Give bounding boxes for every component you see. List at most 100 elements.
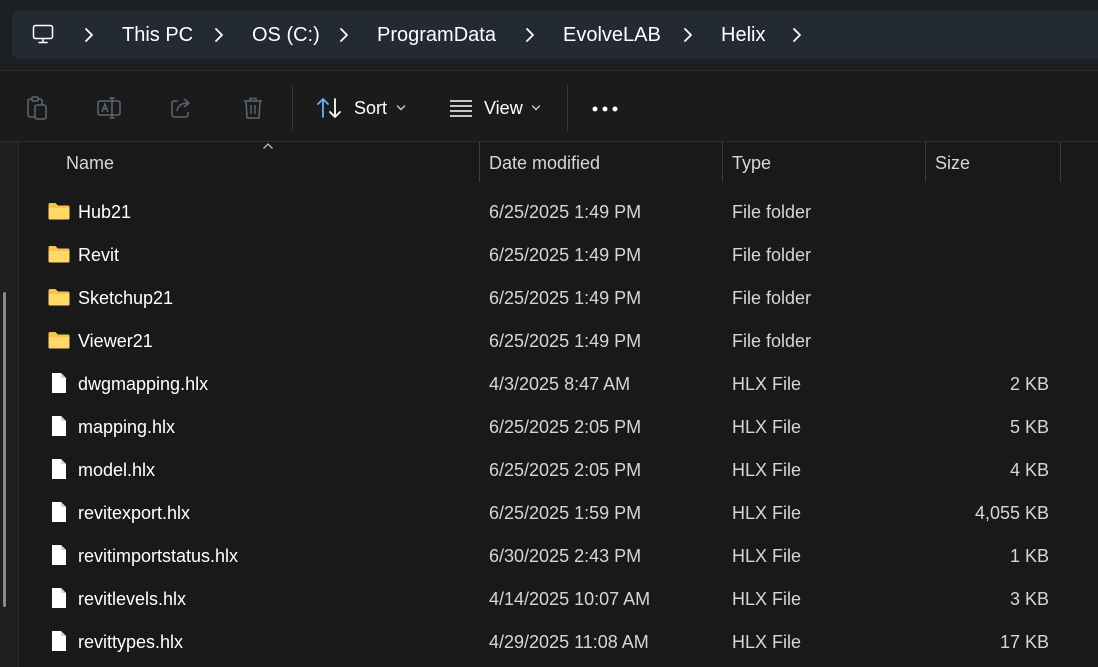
file-name: revitimportstatus.hlx	[78, 546, 239, 566]
file-name: revitexport.hlx	[78, 503, 191, 523]
chevron-down-icon	[531, 105, 541, 111]
file-size: 2 KB	[1009, 374, 1049, 394]
column-header-size[interactable]: Size	[935, 152, 970, 174]
file-row[interactable]: revitimportstatus.hlx 6/30/2025 2:43 PM HL…	[19, 534, 1098, 577]
file-size: 4,055 KB	[974, 503, 1049, 523]
address-bar[interactable]: This PC OS (C:) ProgramData EvolveLAB He…	[12, 11, 1098, 59]
navigation-scrollbar[interactable]	[3, 292, 6, 607]
file-type: HLX File	[732, 417, 802, 437]
address-bar-region: This PC OS (C:) ProgramData EvolveLAB He…	[0, 0, 1098, 71]
file-name: Sketchup21	[78, 288, 174, 308]
column-divider[interactable]	[925, 142, 926, 182]
command-bar: Sort View	[0, 71, 1098, 142]
breadcrumb-programdata[interactable]: ProgramData	[377, 23, 496, 47]
file-row[interactable]: Sketchup21 6/25/2025 1:49 PM File folder	[19, 276, 1098, 319]
folder-icon	[47, 200, 71, 222]
more-options-icon[interactable]	[592, 106, 620, 112]
sort-label: Sort	[354, 98, 388, 118]
rename-icon[interactable]	[96, 95, 122, 121]
file-name: Revit	[78, 245, 120, 265]
column-divider[interactable]	[722, 142, 723, 182]
file-row[interactable]: Hub21 6/25/2025 1:49 PM File folder	[19, 190, 1098, 233]
file-size: 5 KB	[1009, 417, 1049, 437]
sort-button[interactable]: Sort	[306, 85, 418, 131]
file-name: dwgmapping.hlx	[78, 374, 209, 394]
file-row[interactable]: revittypes.hlx 4/29/2025 11:08 AM HLX File…	[19, 620, 1098, 663]
file-icon	[47, 544, 71, 566]
paste-icon[interactable]	[24, 95, 50, 121]
file-name: model.hlx	[78, 460, 156, 480]
file-date-modified: 6/25/2025 1:59 PM	[489, 503, 642, 523]
file-name: Hub21	[78, 202, 132, 222]
chevron-down-icon	[396, 105, 406, 111]
file-size: 3 KB	[1009, 589, 1049, 609]
file-icon	[47, 587, 71, 609]
view-label: View	[484, 98, 523, 118]
file-type: HLX File	[732, 546, 802, 566]
file-type: File folder	[732, 202, 812, 222]
folder-icon	[47, 243, 71, 265]
file-row[interactable]: mapping.hlx 6/25/2025 2:05 PM HLX File 5 KB	[19, 405, 1098, 448]
file-row[interactable]: model.hlx 6/25/2025 2:05 PM HLX File 4 KB	[19, 448, 1098, 491]
file-icon	[47, 372, 71, 394]
file-date-modified: 4/3/2025 8:47 AM	[489, 374, 631, 394]
file-name: Viewer21	[78, 331, 153, 351]
toolbar-divider	[292, 85, 293, 131]
file-icon	[47, 458, 71, 480]
file-size: 1 KB	[1009, 546, 1049, 566]
file-row[interactable]: Viewer21 6/25/2025 1:49 PM File folder	[19, 319, 1098, 362]
file-row[interactable]: dwgmapping.hlx 4/3/2025 8:47 AM HLX File 2 …	[19, 362, 1098, 405]
chevron-right-icon[interactable]	[683, 27, 693, 43]
chevron-right-icon[interactable]	[214, 27, 224, 43]
file-type: HLX File	[732, 374, 802, 394]
file-row[interactable]: revitexport.hlx 6/25/2025 1:59 PM HLX File…	[19, 491, 1098, 534]
chevron-right-icon[interactable]	[792, 27, 802, 43]
file-row[interactable]: revitlevels.hlx 4/14/2025 10:07 AM HLX Fil…	[19, 577, 1098, 620]
breadcrumb-evolvelab[interactable]: EvolveLAB	[563, 23, 661, 47]
sort-icon	[317, 98, 341, 118]
file-date-modified: 6/25/2025 2:05 PM	[489, 417, 642, 437]
file-icon	[47, 501, 71, 523]
file-date-modified: 6/25/2025 1:49 PM	[489, 202, 642, 222]
chevron-right-icon[interactable]	[525, 27, 535, 43]
share-icon[interactable]	[168, 95, 194, 121]
file-list: Hub21 6/25/2025 1:49 PM File folder Revit 6/…	[19, 190, 1098, 663]
breadcrumb-os-c[interactable]: OS (C:)	[252, 23, 320, 47]
breadcrumb-this-pc[interactable]: This PC	[122, 23, 193, 47]
chevron-right-icon[interactable]	[84, 27, 94, 43]
file-name: revitlevels.hlx	[78, 589, 187, 609]
computer-icon[interactable]	[32, 23, 54, 45]
file-size: 4 KB	[1009, 460, 1049, 480]
file-type: HLX File	[732, 589, 802, 609]
column-header-row: Name Date modified Type Size	[19, 142, 1098, 186]
folder-icon	[47, 329, 71, 351]
toolbar-divider	[567, 85, 568, 131]
chevron-right-icon[interactable]	[339, 27, 349, 43]
column-header-type[interactable]: Type	[732, 152, 771, 174]
folder-icon	[47, 286, 71, 308]
file-type: File folder	[732, 245, 812, 265]
column-divider[interactable]	[1060, 142, 1061, 182]
file-name: mapping.hlx	[78, 417, 176, 437]
file-type: HLX File	[732, 632, 802, 652]
column-header-name[interactable]: Name	[66, 152, 114, 174]
view-icon	[450, 100, 472, 117]
file-date-modified: 6/30/2025 2:43 PM	[489, 546, 642, 566]
file-row[interactable]: Revit 6/25/2025 1:49 PM File folder	[19, 233, 1098, 276]
file-date-modified: 6/25/2025 1:49 PM	[489, 245, 642, 265]
file-type: HLX File	[732, 503, 802, 523]
delete-icon[interactable]	[240, 95, 266, 121]
file-type: File folder	[732, 331, 812, 351]
file-date-modified: 6/25/2025 1:49 PM	[489, 288, 642, 308]
sort-ascending-icon	[263, 143, 273, 149]
file-date-modified: 4/14/2025 10:07 AM	[489, 589, 651, 609]
file-date-modified: 4/29/2025 11:08 AM	[489, 632, 649, 652]
column-header-date[interactable]: Date modified	[489, 152, 600, 174]
column-divider[interactable]	[479, 142, 480, 182]
view-button[interactable]: View	[440, 85, 552, 131]
breadcrumb-helix[interactable]: Helix	[721, 23, 765, 47]
file-date-modified: 6/25/2025 2:05 PM	[489, 460, 642, 480]
navigation-pane-edge	[0, 142, 19, 667]
file-type: File folder	[732, 288, 812, 308]
file-name: revittypes.hlx	[78, 632, 184, 652]
